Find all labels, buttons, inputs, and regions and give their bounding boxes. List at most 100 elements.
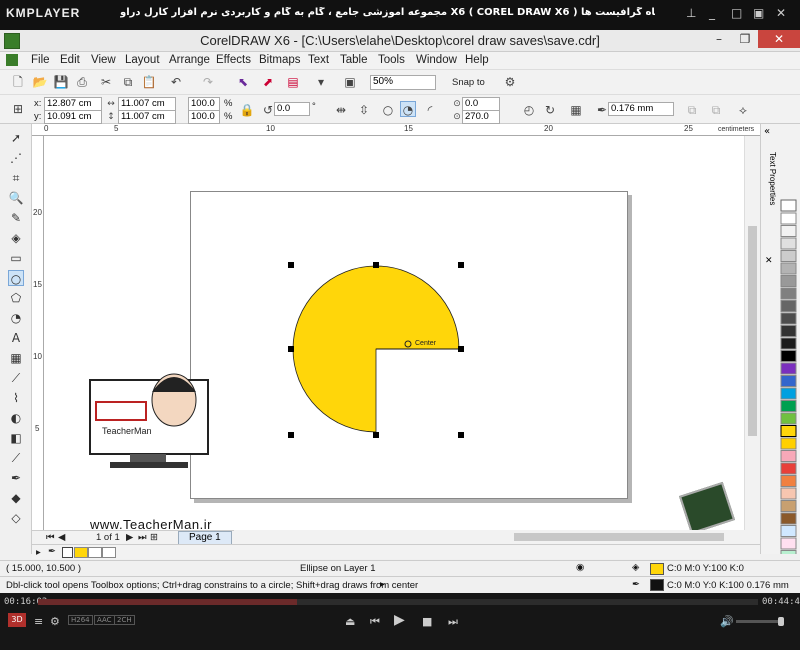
palette-swatch[interactable] (780, 337, 797, 350)
hint-arrow-icon[interactable]: ▸ (380, 579, 385, 590)
palette-swatch[interactable] (780, 475, 797, 487)
export-icon[interactable]: ⬈ (260, 74, 276, 90)
palette-swatch[interactable] (780, 550, 797, 562)
snap-to-dropdown[interactable]: Snap to (452, 77, 485, 88)
seek-bar[interactable] (38, 599, 758, 605)
player-minimize-icon[interactable]: _ (709, 6, 715, 20)
eject-icon[interactable]: ⏏ (345, 615, 355, 628)
mirror-vertical-icon[interactable]: ⇳ (356, 102, 372, 118)
scale-x-field[interactable]: 100.0 (188, 97, 220, 111)
play-icon[interactable]: ▶ (394, 612, 405, 628)
doc-swatch-empty[interactable] (102, 547, 116, 558)
selection-handle[interactable] (288, 432, 294, 438)
palette-play-icon[interactable]: ▸ (36, 547, 41, 558)
to-back-icon[interactable]: ⧉ (708, 102, 724, 118)
redo-icon[interactable]: ↷ (200, 74, 216, 90)
last-page-icon[interactable]: ⏭ (138, 532, 147, 543)
ellipse-mode-icon[interactable]: ○ (380, 102, 396, 118)
basic-shapes-tool-icon[interactable]: ◔ (8, 310, 24, 326)
menu-effects[interactable]: Effects (216, 54, 251, 66)
ellipse-tool-icon[interactable]: ○ (8, 270, 24, 286)
horizontal-scroll-thumb[interactable] (514, 533, 724, 541)
palette-swatch[interactable] (780, 425, 797, 437)
cut-icon[interactable]: ✂ (98, 74, 114, 90)
three-d-button[interactable]: 3D (8, 613, 26, 627)
rotation-field[interactable]: 0.0 (274, 102, 310, 116)
palette-swatch[interactable] (780, 400, 797, 412)
palette-swatch[interactable] (780, 237, 797, 250)
object-origin-icon[interactable]: ⊞ (10, 101, 26, 117)
copy-icon[interactable]: ⧉ (120, 74, 136, 90)
stop-icon[interactable]: ■ (422, 615, 432, 628)
selection-handle[interactable] (373, 432, 379, 438)
print-icon[interactable]: ⎙ (74, 74, 90, 90)
palette-swatch[interactable] (780, 350, 797, 362)
polygon-tool-icon[interactable]: ⬠ (8, 290, 24, 306)
doc-icon[interactable] (6, 54, 18, 66)
menu-text[interactable]: Text (308, 54, 329, 66)
transparency-icon[interactable]: ▦ (568, 102, 584, 118)
end-angle-field[interactable]: 270.0 (462, 110, 500, 124)
pick-tool-icon[interactable]: ➚ (8, 130, 24, 146)
vertical-scroll-thumb[interactable] (748, 226, 757, 436)
palette-swatch[interactable] (780, 287, 797, 300)
palette-swatch[interactable] (780, 450, 797, 462)
minimize-button[interactable]: – (706, 30, 732, 48)
prev-page-icon[interactable]: ◀ (58, 532, 65, 543)
previous-icon[interactable]: ⏮ (370, 615, 380, 629)
arc-mode-icon[interactable]: ◜ (422, 102, 438, 118)
palette-swatch[interactable] (780, 212, 797, 225)
palette-swatch[interactable] (780, 225, 797, 237)
transparency-tool-icon[interactable]: ◧ (8, 430, 24, 446)
palette-swatch[interactable] (780, 525, 797, 537)
horizontal-scrollbar[interactable] (234, 530, 760, 544)
outline-tool-icon[interactable]: ✒ (8, 470, 24, 486)
text-tool-icon[interactable]: A (8, 330, 24, 346)
menu-arrange[interactable]: Arrange (169, 54, 210, 66)
eyedropper-tool-icon[interactable]: ⟋ (8, 450, 24, 466)
shape-tool-icon[interactable]: ⋰ (8, 150, 24, 166)
x-position-field[interactable]: 12.807 cm (44, 97, 102, 111)
palette-swatch[interactable] (780, 500, 797, 512)
undo-icon[interactable]: ↶ (168, 74, 184, 90)
publish-pdf-icon[interactable]: ▤ (285, 74, 301, 90)
page-tab[interactable]: Page 1 (178, 531, 232, 545)
blend-tool-icon[interactable]: ◐ (8, 410, 24, 426)
palette-swatch[interactable] (780, 275, 797, 287)
maximize-button[interactable]: ❐ (732, 30, 758, 48)
import-icon[interactable]: ⬉ (235, 74, 251, 90)
selection-handle[interactable] (288, 262, 294, 268)
color-proof-icon[interactable]: ◉ (576, 562, 584, 573)
open-icon[interactable]: 📂 (32, 74, 48, 90)
smart-fill-tool-icon[interactable]: ◈ (8, 230, 24, 246)
app-launcher-icon[interactable]: ▾ (313, 74, 329, 90)
menu-view[interactable]: View (91, 54, 116, 66)
palette-swatch[interactable] (780, 250, 797, 262)
options-icon[interactable]: ⚙ (502, 74, 518, 90)
change-direction-icon[interactable]: ◴ (521, 102, 537, 118)
palette-swatch[interactable] (780, 412, 797, 425)
player-close-icon[interactable]: ✕ (776, 6, 786, 20)
palette-swatch[interactable] (780, 325, 797, 337)
first-page-icon[interactable]: ⏮ (46, 532, 55, 543)
fill-tool-icon[interactable]: ◆ (8, 490, 24, 506)
menu-layout[interactable]: Layout (125, 54, 160, 66)
doc-swatch-white[interactable] (88, 547, 102, 558)
add-page-icon[interactable]: ⊞ (150, 532, 158, 543)
palette-swatch[interactable] (780, 437, 797, 450)
scale-y-field[interactable]: 100.0 (188, 110, 220, 124)
y-position-field[interactable]: 10.091 cm (44, 110, 102, 124)
start-angle-field[interactable]: 0.0 (462, 97, 500, 111)
next-page-icon[interactable]: ▶ (126, 532, 133, 543)
player-restore-icon[interactable]: □ (731, 6, 742, 20)
volume-thumb[interactable] (778, 617, 784, 626)
height-field[interactable]: 11.007 cm (118, 110, 176, 124)
volume-icon[interactable]: 🔊 (720, 615, 734, 628)
palette-swatch[interactable] (780, 262, 797, 275)
freehand-tool-icon[interactable]: ✎ (8, 210, 24, 226)
pin-icon[interactable]: ⊥ (686, 6, 696, 20)
next-icon[interactable]: ⏭ (448, 615, 458, 629)
selection-handle[interactable] (288, 346, 294, 352)
save-icon[interactable]: 💾 (53, 74, 69, 90)
selection-handle[interactable] (458, 346, 464, 352)
